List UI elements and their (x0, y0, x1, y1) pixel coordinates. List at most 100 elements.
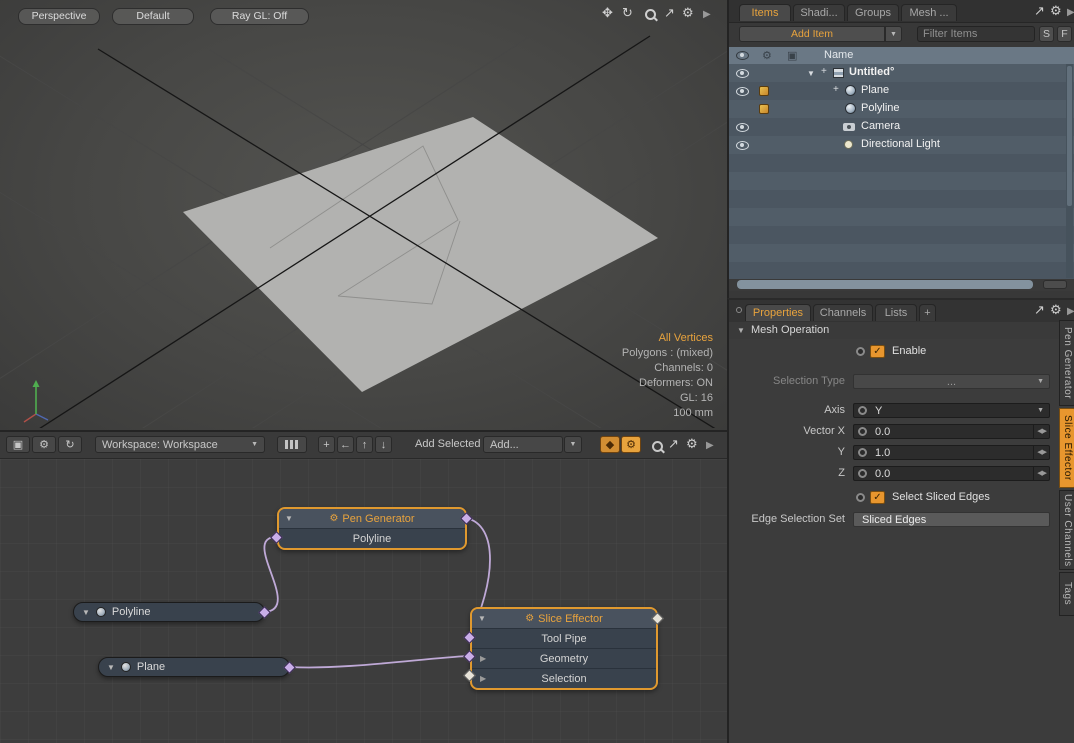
meshop-badge-icon[interactable] (759, 86, 769, 96)
item-list-vertical-scrollbar[interactable] (1066, 64, 1073, 278)
item-label[interactable]: Polyline (861, 102, 900, 114)
node-pen-generator-header[interactable]: ▼ ⚙ Pen Generator (279, 509, 465, 528)
viewport-menu-arrow-icon[interactable]: ▶ (703, 8, 711, 21)
add-selected-button[interactable]: Add Selected (415, 436, 480, 453)
expand-arrow-icon[interactable]: ▼ (807, 69, 815, 78)
item-label[interactable]: Plane (861, 84, 889, 96)
node-plane[interactable]: ▼ Plane (98, 657, 290, 677)
ray-gl-button[interactable]: Ray GL: Off (210, 8, 309, 25)
filter-items-input[interactable] (917, 26, 1035, 42)
add-item-button[interactable]: Add Item (739, 26, 885, 42)
tab-channels[interactable]: Channels (813, 304, 873, 321)
table-row-plane[interactable]: + Plane (729, 82, 1074, 100)
row-expand-arrow-icon[interactable]: ▶ (480, 654, 486, 663)
zoom-icon[interactable] (645, 9, 656, 20)
tab-shading[interactable]: Shadi... (793, 4, 845, 21)
align-up-button[interactable]: ↑ (356, 436, 373, 453)
eye-icon[interactable] (736, 87, 749, 96)
viewport-3d[interactable]: Perspective Default Ray GL: Off ✥ ↻ ↗ ⚙ … (0, 0, 727, 432)
channel-ring-icon[interactable] (856, 493, 865, 502)
item-label[interactable]: Untitled° (849, 66, 894, 78)
add-menu-dropdown[interactable]: Add... (483, 436, 563, 453)
schematic-zoom-icon[interactable] (652, 441, 663, 452)
tab-lists[interactable]: Lists (875, 304, 917, 321)
node-slice-effector-row-geometry[interactable]: ▶ Geometry (472, 648, 656, 668)
channel-ring-icon[interactable] (858, 448, 867, 457)
collapse-arrow-icon[interactable]: ▼ (478, 614, 486, 623)
items-menu-arrow-icon[interactable]: ▶ (1067, 6, 1074, 19)
shading-default-button[interactable]: Default (112, 8, 194, 25)
schematic-refresh-icon[interactable]: ↻ (58, 436, 82, 453)
pan-icon[interactable]: ✥ (602, 6, 613, 19)
channel-ring-icon[interactable] (856, 347, 865, 356)
table-row-untitled[interactable]: ▼ + Untitled° (729, 64, 1074, 82)
tab-properties[interactable]: Properties (745, 304, 811, 321)
scrollbar-corner-button[interactable] (1043, 280, 1067, 289)
schematic-maximize-icon[interactable]: ↗ (668, 437, 679, 450)
node-pen-generator-row-polyline[interactable]: Polyline (279, 528, 465, 548)
plus-icon[interactable]: + (821, 66, 827, 77)
node-slice-effector-row-selection[interactable]: ▶ Selection (472, 668, 656, 688)
overlay-diamond-icon[interactable]: ◆ (600, 436, 620, 453)
vector-x-field[interactable]: 0.0 ◀▶ (853, 424, 1050, 439)
perspective-button[interactable]: Perspective (18, 8, 100, 25)
tab-mesh[interactable]: Mesh ... (901, 4, 957, 21)
section-collapse-arrow-icon[interactable]: ▼ (737, 326, 745, 335)
row-expand-arrow-icon[interactable]: ▶ (480, 674, 486, 683)
eye-icon[interactable] (736, 69, 749, 78)
side-tab-tags[interactable]: Tags (1059, 572, 1074, 616)
collapse-arrow-icon[interactable]: ▼ (107, 663, 115, 672)
align-down-button[interactable]: ↓ (375, 436, 392, 453)
table-row-camera[interactable]: Camera (729, 118, 1074, 136)
add-item-arrow-button[interactable]: ▼ (885, 26, 902, 42)
viewport-options-gear-icon[interactable]: ⚙ (682, 6, 694, 19)
channel-ring-icon[interactable] (858, 427, 867, 436)
tab-items[interactable]: Items (739, 4, 791, 21)
add-menu-arrow-button[interactable]: ▼ (564, 436, 582, 453)
properties-menu-arrow-icon[interactable]: ▶ (1067, 305, 1074, 318)
schematic-palette-icon[interactable]: ▣ (6, 436, 30, 453)
tab-add[interactable]: + (919, 304, 936, 321)
plus-icon[interactable]: + (833, 84, 839, 95)
items-gear-icon[interactable]: ⚙ (1050, 4, 1062, 17)
mesh-operation-section-header[interactable]: ▼ Mesh Operation (729, 322, 1059, 339)
channel-ring-icon[interactable] (858, 406, 867, 415)
maximize-icon[interactable]: ↗ (664, 6, 675, 19)
enable-checkbox[interactable]: ✓ (870, 345, 885, 358)
align-left-button[interactable]: ← (337, 436, 354, 453)
node-polyline[interactable]: ▼ Polyline (73, 602, 265, 622)
vector-y-field[interactable]: 1.0 ◀▶ (853, 445, 1050, 460)
schematic-canvas[interactable] (0, 459, 727, 743)
items-maximize-icon[interactable]: ↗ (1034, 4, 1045, 17)
stepper-arrows-icon[interactable]: ◀▶ (1033, 467, 1046, 480)
eye-icon[interactable] (736, 141, 749, 150)
layout-grid-button[interactable] (277, 436, 307, 453)
side-tab-user-channels[interactable]: User Channels (1059, 490, 1074, 570)
workspace-dropdown[interactable]: Workspace: Workspace ▼ (95, 436, 265, 453)
item-label[interactable]: Camera (861, 120, 900, 132)
node-slice-effector-header[interactable]: ▼ ⚙ Slice Effector (472, 609, 656, 628)
edge-selection-set-field[interactable]: Sliced Edges (853, 512, 1050, 527)
table-row-directional-light[interactable]: Directional Light (729, 136, 1074, 154)
select-sliced-edges-checkbox[interactable]: ✓ (870, 491, 885, 504)
collapse-arrow-icon[interactable]: ▼ (285, 514, 293, 523)
meshop-badge-icon[interactable] (759, 104, 769, 114)
axis-dropdown[interactable]: Y ▼ (853, 403, 1050, 418)
tab-groups[interactable]: Groups (847, 4, 899, 21)
snap-button[interactable]: + (318, 436, 335, 453)
item-list-horizontal-scrollbar[interactable] (729, 279, 1074, 291)
rotate-view-icon[interactable]: ↻ (622, 6, 633, 19)
collapse-arrow-icon[interactable]: ▼ (82, 608, 90, 617)
side-tab-pen-generator[interactable]: Pen Generator (1059, 320, 1074, 406)
filter-button[interactable]: F (1057, 26, 1072, 42)
scrollbar-thumb[interactable] (1067, 66, 1072, 206)
overlay-gear-icon[interactable]: ⚙ (621, 436, 641, 453)
item-label[interactable]: Directional Light (861, 138, 940, 150)
table-row-polyline[interactable]: Polyline (729, 100, 1074, 118)
side-tab-slice-effector[interactable]: Slice Effector (1059, 408, 1074, 488)
vector-z-field[interactable]: 0.0 ◀▶ (853, 466, 1050, 481)
scrollbar-thumb[interactable] (737, 280, 1033, 289)
stepper-arrows-icon[interactable]: ◀▶ (1033, 446, 1046, 459)
stepper-arrows-icon[interactable]: ◀▶ (1033, 425, 1046, 438)
properties-maximize-icon[interactable]: ↗ (1034, 303, 1045, 316)
